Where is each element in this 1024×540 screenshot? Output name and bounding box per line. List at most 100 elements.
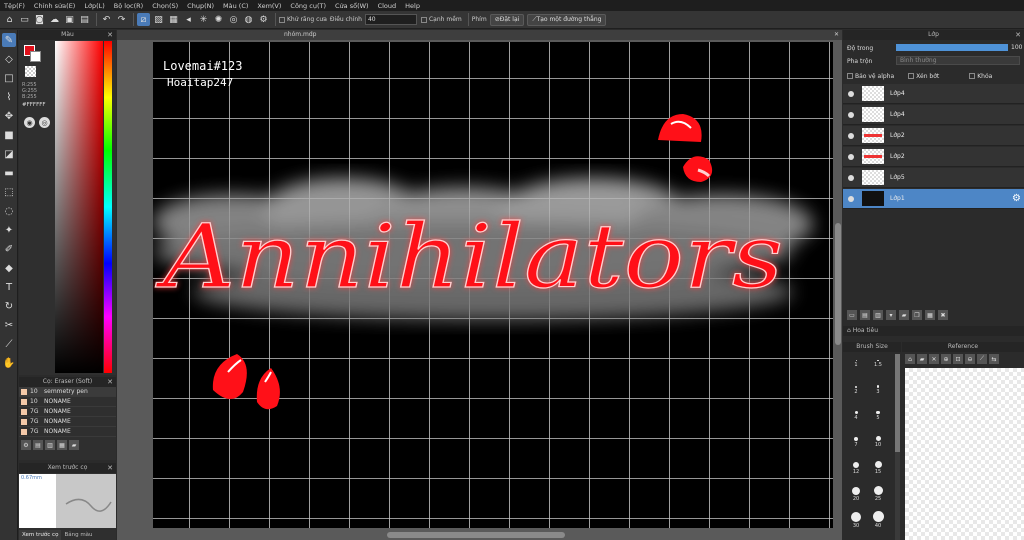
vertical-scrollbar[interactable] bbox=[835, 223, 841, 345]
protect-alpha-checkbox[interactable] bbox=[847, 73, 853, 79]
folder-icon[interactable]: ▰ bbox=[899, 310, 909, 320]
eyedropper-tool-icon[interactable]: ⟋ bbox=[2, 337, 16, 351]
hue-slider[interactable] bbox=[104, 41, 112, 373]
select-rect-tool-icon[interactable]: ⬚ bbox=[2, 185, 16, 199]
divide-tool-icon[interactable]: ✂ bbox=[2, 318, 16, 332]
settings-icon[interactable]: ⚙ bbox=[21, 440, 31, 450]
tab-palette[interactable]: Bảng màu bbox=[61, 530, 95, 540]
snap-vanish-icon[interactable]: ◂ bbox=[182, 13, 195, 26]
home-icon[interactable]: ⌂ bbox=[3, 13, 16, 26]
lock-checkbox[interactable] bbox=[969, 73, 976, 79]
redo-icon[interactable]: ↷ bbox=[115, 13, 128, 26]
brush-list-item[interactable]: 10 semmetry pen bbox=[19, 387, 116, 397]
gear-icon[interactable]: ⚙ bbox=[1012, 193, 1021, 204]
merge-layer-icon[interactable]: ▦ bbox=[925, 310, 935, 320]
brush-size-cell[interactable]: 7 bbox=[846, 432, 866, 452]
menu-edit[interactable]: Chỉnh sửa(E) bbox=[34, 2, 75, 10]
menu-tools[interactable]: Công cụ(T) bbox=[290, 2, 326, 10]
soft-edge-checkbox[interactable] bbox=[420, 16, 427, 23]
snap-settings-icon[interactable]: ⚙ bbox=[257, 13, 270, 26]
visibility-eye-icon[interactable] bbox=[848, 153, 854, 160]
new-file-icon[interactable]: ▭ bbox=[18, 13, 31, 26]
add-brush-icon[interactable]: ▤ bbox=[33, 440, 43, 450]
fit-icon[interactable]: ⊡ bbox=[953, 354, 963, 364]
layer-row-selected[interactable]: Lớp1 ⚙ bbox=[843, 189, 1024, 209]
brush-size-cell[interactable]: 12 bbox=[846, 458, 866, 478]
snap-off-icon[interactable]: ⧄ bbox=[137, 13, 150, 26]
shape-tool-icon[interactable]: ■ bbox=[2, 128, 16, 142]
add-layer-dropdown-icon[interactable]: ▾ bbox=[886, 310, 896, 320]
select-pen-tool-icon[interactable]: ✐ bbox=[2, 242, 16, 256]
zoom-in-icon[interactable]: ⊕ bbox=[941, 354, 951, 364]
snap-circle-icon[interactable]: ◎ bbox=[227, 13, 240, 26]
close-icon[interactable]: ✕ bbox=[107, 377, 113, 387]
brush-size-cell[interactable]: 2 bbox=[846, 380, 866, 400]
brush-list-item[interactable]: 10 NONAME bbox=[19, 397, 116, 407]
brush-size-cell[interactable]: 3 bbox=[868, 380, 888, 400]
saturation-value-picker[interactable] bbox=[55, 41, 103, 373]
brush-list-item[interactable]: 7G NONAME bbox=[19, 427, 116, 437]
cloud-icon[interactable]: ☁ bbox=[48, 13, 61, 26]
move-tool-icon[interactable]: ✥ bbox=[2, 109, 16, 123]
folder-icon[interactable]: ▰ bbox=[69, 440, 79, 450]
rect-select-tool-icon[interactable]: □ bbox=[2, 71, 16, 85]
undo-icon[interactable]: ↶ bbox=[100, 13, 113, 26]
brush-size-cell[interactable]: 1.5 bbox=[868, 354, 888, 374]
delete-layer-icon[interactable]: ✖ bbox=[938, 310, 948, 320]
open-image-icon[interactable]: ▰ bbox=[917, 354, 927, 364]
opacity-slider[interactable] bbox=[896, 44, 1008, 51]
select-eraser-tool-icon[interactable]: ◆ bbox=[2, 261, 16, 275]
horizontal-scrollbar[interactable] bbox=[387, 532, 565, 538]
new-halftone-layer-icon[interactable]: ▤ bbox=[860, 310, 870, 320]
layer-row[interactable]: Lớp5 bbox=[843, 168, 1024, 188]
lasso-tool-icon[interactable]: ⌇ bbox=[2, 90, 16, 104]
eraser-tool-icon[interactable]: ◇ bbox=[2, 52, 16, 66]
brush-tool-icon[interactable]: ✎ bbox=[2, 33, 16, 47]
navigator-tab[interactable]: ⌂ Hoa tiêu bbox=[843, 326, 1024, 336]
menu-select[interactable]: Chọn(S) bbox=[152, 2, 178, 10]
new-line-button[interactable]: ⟋ Tạo một đường thẳng bbox=[527, 13, 607, 26]
snap-cross-icon[interactable]: ✳ bbox=[197, 13, 210, 26]
duplicate-layer-icon[interactable]: ❐ bbox=[912, 310, 922, 320]
transparent-swatch[interactable] bbox=[25, 66, 36, 77]
flip-icon[interactable]: ⇆ bbox=[989, 354, 999, 364]
new-layer-icon[interactable]: ▭ bbox=[847, 310, 857, 320]
menu-help[interactable]: Help bbox=[405, 2, 420, 10]
clip-checkbox[interactable] bbox=[908, 73, 915, 79]
snap-parallel-icon[interactable]: ▧ bbox=[152, 13, 165, 26]
snap-curve-icon[interactable]: ◍ bbox=[242, 13, 255, 26]
gradient-tool-icon[interactable]: ▬ bbox=[2, 166, 16, 180]
visibility-eye-icon[interactable] bbox=[848, 90, 854, 97]
brush-size-cell[interactable]: 5 bbox=[868, 406, 888, 426]
brush-size-cell[interactable]: 20 bbox=[846, 484, 866, 504]
menu-file[interactable]: Tệp(F) bbox=[4, 2, 25, 10]
tab-brush-preview[interactable]: Xem trước cọ bbox=[19, 530, 62, 540]
color-picker-icon[interactable]: ◎ bbox=[39, 117, 50, 128]
brush-list-item[interactable]: 7G NONAME bbox=[19, 417, 116, 427]
magic-wand-tool-icon[interactable]: ✦ bbox=[2, 223, 16, 237]
reset-button[interactable]: ⊘ Đặt lại bbox=[489, 13, 525, 26]
brush-list-item[interactable]: 7G NONAME bbox=[19, 407, 116, 417]
eyedropper-icon[interactable]: ⟋ bbox=[977, 354, 987, 364]
brush-size-cell[interactable]: 30 bbox=[846, 510, 866, 530]
hand-tool-icon[interactable]: ✋ bbox=[2, 356, 16, 370]
color-mode-icon[interactable]: ◉ bbox=[24, 117, 35, 128]
document-tab[interactable]: nhóm.mdp ✕ bbox=[117, 30, 842, 40]
snap-radial-icon[interactable]: ✺ bbox=[212, 13, 225, 26]
correction-select[interactable]: 40 bbox=[364, 14, 417, 25]
save-icon[interactable]: ▤ bbox=[78, 13, 91, 26]
brush-size-cell[interactable]: 25 bbox=[868, 484, 888, 504]
layer-row[interactable]: Lớp4 bbox=[843, 84, 1024, 104]
layer-row[interactable]: Lớp4 bbox=[843, 105, 1024, 125]
menu-color[interactable]: Màu (C) bbox=[223, 2, 248, 10]
copy-brush-icon[interactable]: ▥ bbox=[45, 440, 55, 450]
visibility-eye-icon[interactable] bbox=[848, 132, 854, 139]
fill-tool-icon[interactable]: ◪ bbox=[2, 147, 16, 161]
blend-mode-select[interactable]: Bình thường bbox=[896, 56, 1020, 65]
paste-brush-icon[interactable]: ▦ bbox=[57, 440, 67, 450]
menu-capture[interactable]: Chụp(N) bbox=[187, 2, 214, 10]
menu-layer[interactable]: Lớp(L) bbox=[84, 2, 104, 10]
home-icon[interactable]: ⌂ bbox=[905, 354, 915, 364]
menu-filter[interactable]: Bộ lọc(R) bbox=[114, 2, 143, 10]
close-icon[interactable]: ✕ bbox=[107, 30, 113, 40]
